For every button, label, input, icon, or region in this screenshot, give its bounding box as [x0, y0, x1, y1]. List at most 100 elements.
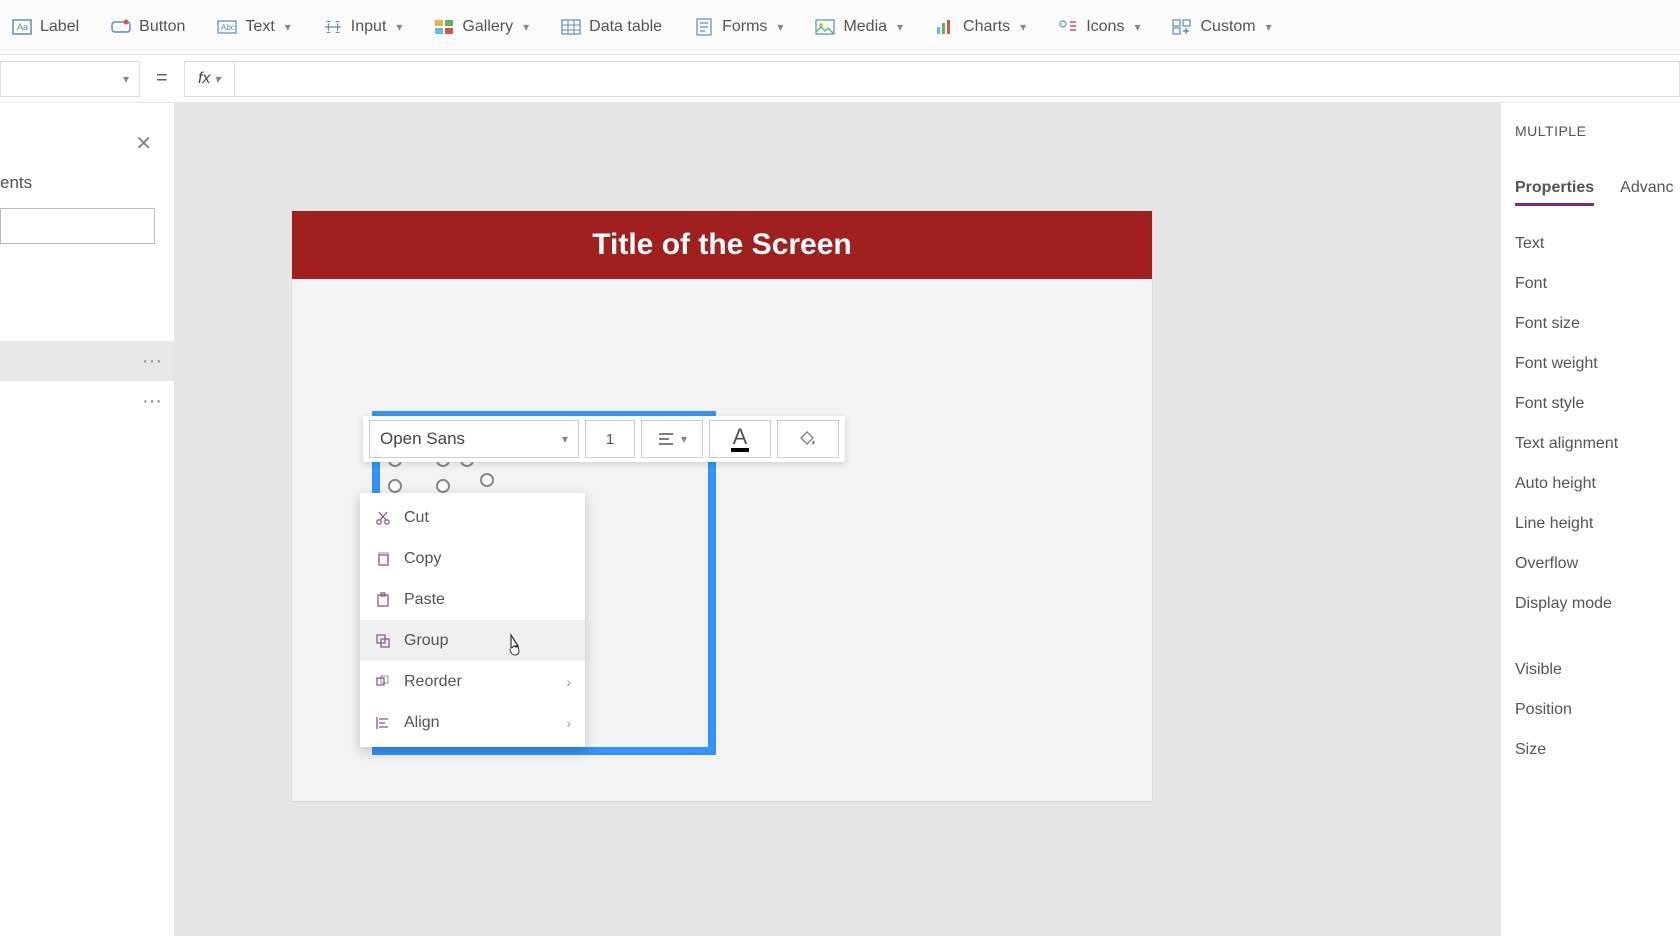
toolbar-label: Custom	[1200, 18, 1255, 36]
properties-panel: MULTIPLE Properties Advanc Text Font Fon…	[1500, 103, 1680, 936]
paste-icon	[374, 591, 392, 609]
button-icon	[111, 17, 131, 37]
table-icon	[561, 17, 581, 37]
canvas[interactable]: Title of the Screen Apple Orange Open Sa…	[175, 103, 1500, 936]
prop-row[interactable]: Position	[1515, 690, 1666, 730]
chevron-down-icon: ▾	[1266, 20, 1272, 34]
toolbar-label: Input	[351, 18, 387, 36]
context-reorder[interactable]: Reorder ›	[360, 661, 585, 702]
equals-sign: =	[140, 67, 184, 90]
prop-row[interactable]: Text	[1515, 224, 1666, 264]
toolbar-label: Label	[40, 18, 79, 36]
prop-row[interactable]: Font	[1515, 264, 1666, 304]
forms-icon	[694, 17, 714, 37]
toolbar-label: Text	[245, 18, 274, 36]
chevron-right-icon: ›	[566, 674, 571, 690]
insert-datatable[interactable]: Data table	[557, 11, 666, 43]
toolbar-label: Media	[843, 18, 887, 36]
screen-title: Title of the Screen	[292, 211, 1152, 279]
font-color-icon: A	[731, 426, 750, 452]
insert-label[interactable]: Aa Label	[8, 11, 83, 43]
cut-icon	[374, 509, 392, 527]
chevron-down-icon: ▾	[396, 20, 402, 34]
toolbar-label: Data table	[589, 18, 662, 36]
icons-icon	[1058, 17, 1078, 37]
insert-button[interactable]: Button	[107, 11, 189, 43]
fx-label[interactable]: fx▾	[185, 62, 235, 96]
context-group[interactable]: Group	[360, 620, 585, 661]
panel-title: ents	[0, 173, 32, 193]
prop-row[interactable]: Font style	[1515, 384, 1666, 424]
chevron-down-icon: ▾	[897, 20, 903, 34]
formula-input-wrap: fx▾	[184, 61, 1680, 97]
insert-gallery[interactable]: Gallery ▾	[430, 11, 533, 43]
gallery-icon	[434, 17, 454, 37]
insert-icons[interactable]: Icons ▾	[1054, 11, 1144, 43]
group-icon	[374, 632, 392, 650]
prop-row[interactable]: Visible	[1515, 650, 1666, 690]
chevron-down-icon: ▾	[214, 72, 220, 86]
property-selector[interactable]: ▾	[0, 61, 140, 97]
fill-color-button[interactable]	[777, 420, 839, 458]
tree-item[interactable]: ···	[0, 341, 174, 381]
panel-tabs: Properties Advanc	[1515, 179, 1666, 206]
close-icon[interactable]: ✕	[135, 131, 152, 156]
input-icon	[323, 17, 343, 37]
tree-item[interactable]: ···	[0, 381, 174, 421]
custom-icon	[1172, 17, 1192, 37]
font-color-button[interactable]: A	[709, 420, 771, 458]
tab-advanced[interactable]: Advanc	[1620, 179, 1673, 206]
chevron-down-icon: ▾	[681, 432, 687, 446]
prop-row[interactable]: Font weight	[1515, 344, 1666, 384]
insert-toolbar: Aa Label Button Abc Text ▾ Input ▾ Galle…	[0, 0, 1680, 55]
prop-row[interactable]: Size	[1515, 730, 1666, 770]
toolbar-label: Icons	[1086, 18, 1124, 36]
toolbar-label: Button	[139, 18, 185, 36]
chevron-down-icon: ▾	[562, 432, 568, 446]
toolbar-label: Gallery	[462, 18, 513, 36]
selection-handle[interactable]	[480, 473, 494, 487]
prop-row[interactable]: Display mode	[1515, 584, 1666, 624]
selection-header: MULTIPLE	[1515, 123, 1666, 139]
insert-input[interactable]: Input ▾	[319, 11, 407, 43]
context-cut[interactable]: Cut	[360, 497, 585, 538]
insert-charts[interactable]: Charts ▾	[931, 11, 1030, 43]
context-copy[interactable]: Copy	[360, 538, 585, 579]
selection-handle[interactable]	[436, 479, 450, 493]
align-icon	[657, 432, 675, 446]
tree-view-panel: ✕ ents ··· ···	[0, 103, 175, 936]
formula-input[interactable]	[235, 62, 1679, 96]
search-input[interactable]	[0, 208, 155, 244]
copy-icon	[374, 550, 392, 568]
selection-handle[interactable]	[388, 479, 402, 493]
context-paste[interactable]: Paste	[360, 579, 585, 620]
chevron-down-icon: ▾	[285, 20, 291, 34]
font-size-input[interactable]: 1	[585, 420, 635, 458]
toolbar-label: Forms	[722, 18, 767, 36]
svg-text:Abc: Abc	[221, 23, 235, 32]
insert-custom[interactable]: Custom ▾	[1168, 11, 1275, 43]
media-icon	[815, 17, 835, 37]
chevron-down-icon: ▾	[1134, 20, 1140, 34]
prop-row[interactable]: Font size	[1515, 304, 1666, 344]
prop-row[interactable]: Line height	[1515, 504, 1666, 544]
chevron-down-icon: ▾	[1020, 20, 1026, 34]
context-menu: Cut Copy Paste Group Reorder › Align	[360, 493, 585, 747]
insert-text[interactable]: Abc Text ▾	[213, 11, 294, 43]
chevron-right-icon: ›	[566, 715, 571, 731]
prop-row[interactable]: Text alignment	[1515, 424, 1666, 464]
chevron-down-icon: ▾	[123, 72, 129, 86]
context-align[interactable]: Align ›	[360, 702, 585, 743]
prop-row[interactable]: Overflow	[1515, 544, 1666, 584]
charts-icon	[935, 17, 955, 37]
text-icon: Abc	[217, 17, 237, 37]
insert-media[interactable]: Media ▾	[811, 11, 907, 43]
svg-text:Aa: Aa	[17, 22, 28, 32]
insert-forms[interactable]: Forms ▾	[690, 11, 787, 43]
text-align-dropdown[interactable]: ▾	[641, 420, 703, 458]
font-family-dropdown[interactable]: Open Sans ▾	[369, 420, 579, 458]
tab-properties[interactable]: Properties	[1515, 179, 1594, 206]
prop-row[interactable]: Auto height	[1515, 464, 1666, 504]
align-icon	[374, 714, 392, 732]
reorder-icon	[374, 673, 392, 691]
